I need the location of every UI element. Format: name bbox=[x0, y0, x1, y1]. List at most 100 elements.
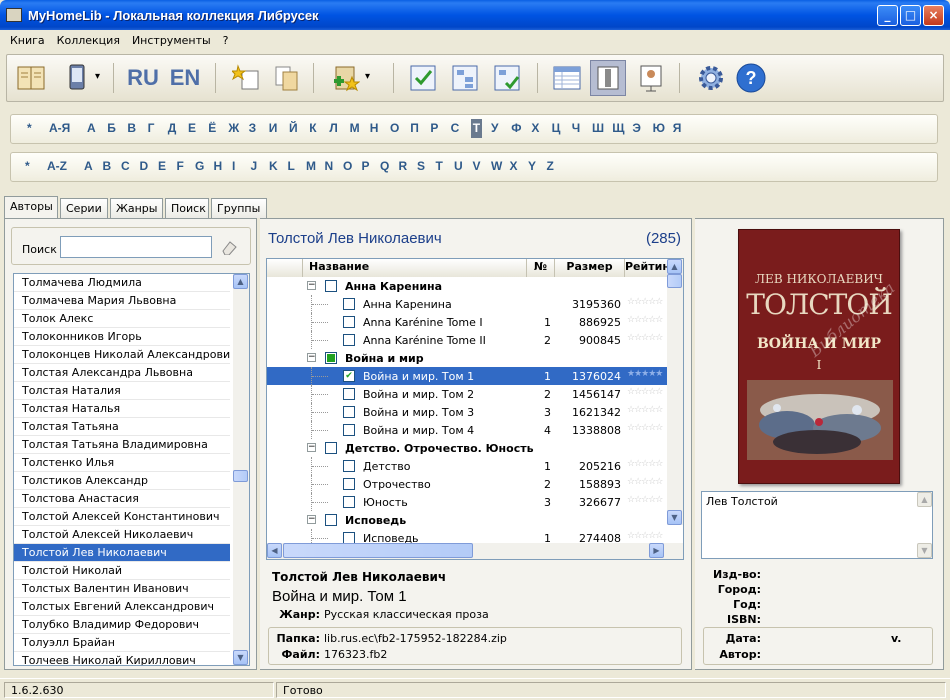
rating-stars[interactable]: ☆☆☆☆☆ bbox=[627, 297, 663, 307]
author-list-item[interactable]: Толстой Алексей Константинович bbox=[14, 508, 230, 526]
book-checkbox[interactable] bbox=[343, 388, 355, 400]
books-scroll-up-icon[interactable]: ▲ bbox=[667, 259, 682, 274]
scroll-down-icon[interactable]: ▼ bbox=[233, 650, 248, 665]
letter-N[interactable]: N bbox=[325, 159, 334, 173]
minimize-button[interactable]: _ bbox=[877, 5, 898, 26]
letter-Ч[interactable]: Ч bbox=[572, 121, 580, 135]
letter-T[interactable]: T bbox=[436, 159, 443, 173]
author-list-item[interactable]: Толстой Лев Николаевич bbox=[14, 544, 230, 562]
collapse-icon[interactable]: − bbox=[307, 443, 316, 452]
letter-Щ[interactable]: Щ bbox=[612, 121, 624, 135]
book-row[interactable]: Anna Karénine Tome II 2 900845 ☆☆☆☆☆ bbox=[267, 331, 667, 349]
rating-stars[interactable]: ☆☆☆☆☆ bbox=[627, 531, 663, 541]
series-row[interactable]: − Анна Каренина bbox=[267, 277, 667, 295]
author-list-item[interactable]: Толстая Александра Львовна bbox=[14, 364, 230, 382]
letter-W[interactable]: W bbox=[491, 159, 502, 173]
letter-Ё[interactable]: Ё bbox=[208, 121, 216, 135]
author-list-item[interactable]: Толстых Евгений Александрович bbox=[14, 598, 230, 616]
annotation-box[interactable]: Лев Толстой ▲ ▼ bbox=[701, 491, 933, 559]
device-dropdown-icon[interactable]: ▾ bbox=[95, 71, 100, 82]
menu-tools[interactable]: Инструменты bbox=[126, 34, 217, 47]
book-row[interactable]: ✔ Война и мир. Том 1 1 1376024 ★★★★★ bbox=[267, 367, 667, 385]
author-list-item[interactable]: Толстой Николай bbox=[14, 562, 230, 580]
rating-stars[interactable]: ★★★★★ bbox=[627, 369, 663, 379]
menu-book[interactable]: Книга bbox=[4, 34, 51, 47]
group-dropdown-icon[interactable]: ▾ bbox=[365, 71, 370, 82]
scroll-thumb[interactable] bbox=[233, 470, 248, 482]
letter-Т[interactable]: Т bbox=[470, 119, 483, 138]
book-checkbox[interactable] bbox=[343, 334, 355, 346]
letter-У[interactable]: У bbox=[491, 121, 498, 135]
series-row[interactable]: − Детство. Отрочество. Юность bbox=[267, 439, 667, 457]
rating-stars[interactable]: ☆☆☆☆☆ bbox=[627, 333, 663, 343]
letter-Й[interactable]: Й bbox=[289, 121, 298, 135]
letter-O[interactable]: O bbox=[343, 159, 352, 173]
book-checkbox[interactable] bbox=[343, 460, 355, 472]
author-list-item[interactable]: Толоконников Игорь bbox=[14, 328, 230, 346]
letter-О[interactable]: О bbox=[390, 121, 399, 135]
author-list-item[interactable]: Толстая Наталия bbox=[14, 382, 230, 400]
letter-A[interactable]: A bbox=[84, 159, 93, 173]
letter-Х[interactable]: Х bbox=[531, 121, 539, 135]
letter-З[interactable]: З bbox=[249, 121, 257, 135]
letter-Б[interactable]: Б bbox=[107, 121, 116, 135]
letter-H[interactable]: H bbox=[214, 159, 223, 173]
books-vscrollbar[interactable]: ▲ ▼ bbox=[667, 259, 683, 525]
collapse-icon[interactable]: − bbox=[307, 515, 316, 524]
letter-E[interactable]: E bbox=[158, 159, 166, 173]
detail-folder[interactable]: lib.rus.ec\fb2-175952-182284.zip bbox=[324, 632, 507, 645]
letter-B[interactable]: B bbox=[103, 159, 112, 173]
letter-С[interactable]: С bbox=[451, 121, 460, 135]
author-list-item[interactable]: Толчеев Николай Кириллович bbox=[14, 652, 230, 665]
letter-S[interactable]: S bbox=[417, 159, 425, 173]
app-icon[interactable] bbox=[6, 8, 22, 22]
book-row[interactable]: Детство 1 205216 ☆☆☆☆☆ bbox=[267, 457, 667, 475]
menu-help[interactable]: ? bbox=[217, 34, 235, 47]
letter-V[interactable]: V bbox=[473, 159, 481, 173]
help-icon[interactable]: ? bbox=[733, 60, 769, 96]
letter-M[interactable]: M bbox=[306, 159, 316, 173]
book-cover-image[interactable]: ЛЕВ НИКОЛАЕВИЧ ТОЛСТОЙ ВОЙНА И МИР I Биб… bbox=[738, 229, 900, 484]
check-all-icon[interactable] bbox=[405, 60, 441, 96]
series-row[interactable]: − Война и мир bbox=[267, 349, 667, 367]
letter-F[interactable]: F bbox=[177, 159, 184, 173]
add-to-group-icon[interactable] bbox=[327, 60, 363, 96]
book-checkbox[interactable] bbox=[343, 496, 355, 508]
cover-view-icon[interactable] bbox=[633, 60, 669, 96]
rating-stars[interactable]: ☆☆☆☆☆ bbox=[627, 477, 663, 487]
books-hscrollbar[interactable]: ◀ ▶ bbox=[267, 543, 683, 559]
series-checkbox[interactable] bbox=[325, 280, 337, 292]
book-row[interactable]: Война и мир. Том 2 2 1456147 ☆☆☆☆☆ bbox=[267, 385, 667, 403]
letter-range[interactable]: А-Я bbox=[49, 121, 70, 135]
letter-Q[interactable]: Q bbox=[380, 159, 389, 173]
book-checkbox[interactable] bbox=[343, 298, 355, 310]
letter-И[interactable]: И bbox=[269, 121, 278, 135]
lang-ru-button[interactable]: RU bbox=[125, 60, 161, 96]
collapse-icon[interactable]: − bbox=[307, 353, 316, 362]
close-button[interactable]: × bbox=[923, 5, 944, 26]
search-input[interactable] bbox=[60, 236, 212, 258]
copy-pages-icon[interactable] bbox=[269, 60, 305, 96]
clear-search-icon[interactable] bbox=[220, 239, 238, 258]
scroll-left-icon[interactable]: ◀ bbox=[267, 543, 282, 558]
letter-R[interactable]: R bbox=[399, 159, 408, 173]
author-list-item[interactable]: Толстая Татьяна Владимировна bbox=[14, 436, 230, 454]
letter-all[interactable]: * bbox=[27, 121, 32, 135]
detail-file[interactable]: 176323.fb2 bbox=[324, 648, 387, 661]
letter-J[interactable]: J bbox=[251, 159, 258, 173]
letter-P[interactable]: P bbox=[362, 159, 370, 173]
letter-П[interactable]: П bbox=[410, 121, 419, 135]
letter-Е[interactable]: Е bbox=[188, 121, 196, 135]
letter-Ю[interactable]: Ю bbox=[653, 121, 665, 135]
scroll-right-icon[interactable]: ▶ bbox=[649, 543, 664, 558]
letter-D[interactable]: D bbox=[140, 159, 149, 173]
letter-Л[interactable]: Л bbox=[329, 121, 337, 135]
letter-Ф[interactable]: Ф bbox=[511, 121, 521, 135]
author-list-item[interactable]: Толок Алекс bbox=[14, 310, 230, 328]
author-list-item[interactable]: Толубко Владимир Федорович bbox=[14, 616, 230, 634]
tree-view-icon[interactable] bbox=[447, 60, 483, 96]
letter-Ш[interactable]: Ш bbox=[592, 121, 604, 135]
authors-scrollbar[interactable]: ▲ ▼ bbox=[233, 274, 249, 665]
letter-В[interactable]: В bbox=[127, 121, 136, 135]
letter-range[interactable]: A-Z bbox=[47, 159, 67, 173]
